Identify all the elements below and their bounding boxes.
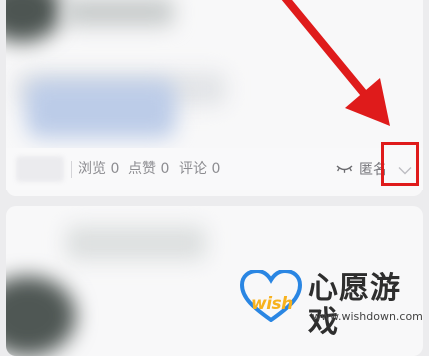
site-url: www.wishdown.com (312, 310, 423, 323)
logo-text: wish (251, 294, 293, 314)
watermark: wish 心愿游戏 www.wishdown.com (238, 268, 424, 340)
brand-name: 心愿游戏 (308, 271, 401, 340)
